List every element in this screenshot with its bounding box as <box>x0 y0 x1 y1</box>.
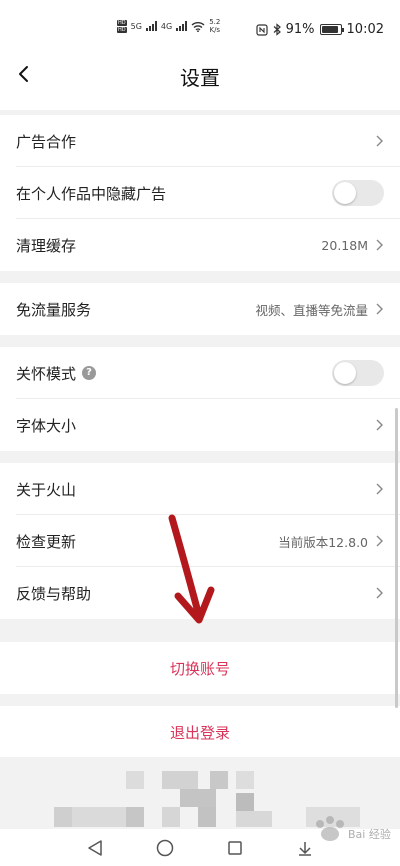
circle-home-icon <box>156 839 174 856</box>
toggle-knob <box>334 182 356 204</box>
status-right-indicators: 91% 10:02 <box>256 22 384 37</box>
hide-ads-toggle[interactable] <box>332 180 384 206</box>
signal-label: 4G <box>160 21 173 31</box>
watermark-text: Bai 经验 <box>348 827 391 841</box>
care-mode-toggle[interactable] <box>332 360 384 386</box>
battery-icon <box>319 24 344 35</box>
row-label: 检查更新 <box>16 532 77 551</box>
baidu-jingyan-watermark: Bai 经验 <box>316 816 391 841</box>
battery-fill <box>321 26 338 33</box>
chevron-right-icon <box>374 587 384 599</box>
chevron-right-icon <box>374 419 384 431</box>
chevron-right-icon <box>374 303 384 315</box>
row-label: 字体大小 <box>16 416 77 435</box>
switch-account-label: 切换账号 <box>169 659 230 678</box>
care-mode-row: 关怀模式 ? <box>0 347 400 399</box>
cache-size: 20.18M <box>321 237 368 253</box>
row-label: 免流量服务 <box>16 300 92 319</box>
square-recents-icon <box>228 840 242 855</box>
triangle-back-icon <box>88 839 102 856</box>
clear-cache-row[interactable]: 清理缓存 20.18M <box>0 219 400 271</box>
switch-account-button[interactable]: 切换账号 <box>0 642 400 694</box>
scrollbar[interactable] <box>395 408 398 708</box>
logout-label: 退出登录 <box>169 723 230 742</box>
nfc-icon <box>256 23 268 36</box>
nav-back-button[interactable] <box>82 835 108 861</box>
hd-badges: HD HD <box>117 19 127 33</box>
net-speed: 5.2 K/s <box>209 18 221 34</box>
bluetooth-icon <box>273 23 281 36</box>
clock: 10:02 <box>346 22 384 37</box>
chevron-right-icon <box>374 535 384 547</box>
feedback-row[interactable]: 反馈与帮助 <box>0 567 400 619</box>
logout-button[interactable]: 退出登录 <box>0 706 400 758</box>
page-title: 设置 <box>180 66 220 90</box>
free-data-row[interactable]: 免流量服务 视频、直播等免流量 <box>0 283 400 335</box>
battery-percent: 91% <box>285 22 315 37</box>
chevron-right-icon <box>374 239 384 251</box>
check-update-row[interactable]: 检查更新 当前版本12.8.0 <box>0 515 400 567</box>
row-label: 关怀模式 ? <box>16 363 332 384</box>
chevron-right-icon <box>374 483 384 495</box>
free-data-value: 视频、直播等免流量 <box>255 302 368 318</box>
nav-recents-button[interactable] <box>222 835 248 861</box>
care-mode-label: 关怀模式 <box>16 364 77 383</box>
ad-cooperation-row[interactable]: 广告合作 <box>0 115 400 167</box>
nav-header: 设置 <box>0 44 400 110</box>
hd-badge: HD <box>117 26 127 33</box>
nav-home-button[interactable] <box>152 835 178 861</box>
status-bar: HD HD 5G 4G 5.2 K/s 91% 10:02 <box>0 0 400 44</box>
wifi-icon <box>191 21 205 32</box>
font-size-row[interactable]: 字体大小 <box>0 399 400 451</box>
help-icon[interactable]: ? <box>82 366 97 380</box>
hide-ads-row: 在个人作品中隐藏广告 <box>0 167 400 219</box>
row-label: 广告合作 <box>16 132 77 151</box>
row-label: 在个人作品中隐藏广告 <box>16 184 167 203</box>
chevron-right-icon <box>374 135 384 147</box>
about-row[interactable]: 关于火山 <box>0 463 400 515</box>
toggle-knob <box>334 362 356 384</box>
status-left-indicators: HD HD 5G 4G 5.2 K/s <box>117 18 220 34</box>
row-label: 清理缓存 <box>16 236 77 255</box>
hd-badge: HD <box>117 19 127 26</box>
signal-icon <box>176 21 188 31</box>
signal-icon <box>145 21 157 31</box>
current-version: 当前版本12.8.0 <box>278 534 368 550</box>
row-label: 反馈与帮助 <box>16 584 92 603</box>
signal-label: 5G <box>130 21 142 31</box>
row-label: 关于火山 <box>16 480 77 499</box>
